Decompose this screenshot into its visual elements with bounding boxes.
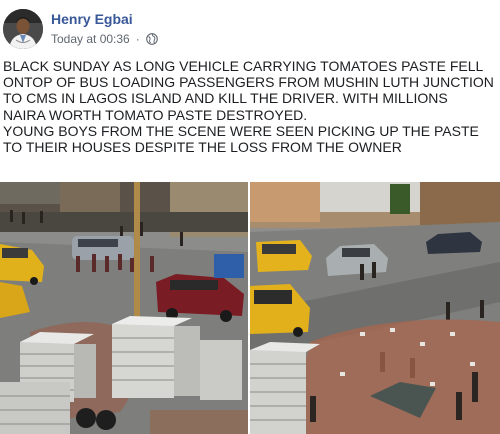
post-meta: Today at 00:36 · xyxy=(51,32,158,46)
author-name[interactable]: Henry Egbai xyxy=(51,11,133,27)
photo-left[interactable] xyxy=(0,182,248,434)
post-text-line: BLACK SUNDAY AS LONG VEHICLE CARRYING TO… xyxy=(3,58,484,74)
avatar[interactable] xyxy=(3,9,43,49)
post-text-line: TO CMS IN LAGOS ISLAND AND KILL THE DRIV… xyxy=(3,90,448,107)
post-text: BLACK SUNDAY AS LONG VEHICLE CARRYING TO… xyxy=(3,58,497,155)
meta-separator: · xyxy=(135,32,140,46)
post-text-line: TO THEIR HOUSES DESPITE THE LOSS FROM TH… xyxy=(3,139,402,156)
post-text-line: YOUNG BOYS FROM THE SCENE WERE SEEN PICK… xyxy=(3,122,479,139)
post-header: Henry Egbai Today at 00:36 · xyxy=(0,0,500,52)
photo-right[interactable] xyxy=(250,182,500,434)
post-timestamp[interactable]: Today at 00:36 xyxy=(51,32,130,46)
facebook-post: Henry Egbai Today at 00:36 · BLACK SUNDA… xyxy=(0,0,500,434)
post-text-line: NAIRA WORTH TOMATO PASTE DESTROYED. xyxy=(3,106,308,123)
accident-scene-photo-1 xyxy=(0,182,248,434)
profile-photo xyxy=(3,9,43,49)
post-text-line: ONTOP OF BUS LOADING PASSENGERS FROM MUS… xyxy=(3,74,494,91)
accident-scene-photo-2 xyxy=(250,182,500,434)
globe-icon[interactable] xyxy=(145,33,158,45)
photo-grid xyxy=(0,182,500,434)
